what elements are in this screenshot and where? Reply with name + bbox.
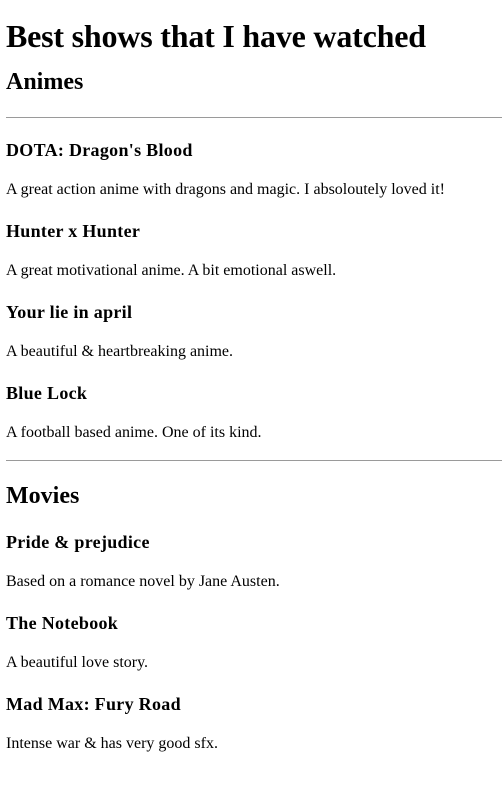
- anime-item-description: A football based anime. One of its kind.: [6, 424, 262, 441]
- page-title: Best shows that I have watched: [6, 18, 426, 54]
- divider-middle: [6, 460, 502, 461]
- section-heading-animes: Animes: [6, 69, 84, 95]
- anime-item-description: A great motivational anime. A bit emotio…: [6, 262, 337, 279]
- movie-item-title: Pride & prejudice: [6, 532, 150, 552]
- movie-item-description: Based on a romance novel by Jane Austen.: [6, 573, 280, 590]
- movie-item-title: The Notebook: [6, 613, 119, 633]
- movie-item-description: A beautiful love story.: [6, 654, 149, 671]
- divider-top: [6, 117, 502, 118]
- anime-item-title: Your lie in april: [6, 302, 133, 322]
- movie-item-description: Intense war & has very good sfx.: [6, 735, 218, 752]
- anime-item-title: Blue Lock: [6, 383, 88, 403]
- anime-item-description: A great action anime with dragons and ma…: [6, 181, 445, 198]
- anime-item-title: DOTA: Dragon's Blood: [6, 140, 193, 160]
- section-heading-movies: Movies: [6, 483, 80, 509]
- anime-item-description: A beautiful & heartbreaking anime.: [6, 343, 234, 360]
- movie-item-title: Mad Max: Fury Road: [6, 694, 181, 714]
- anime-item-title: Hunter x Hunter: [6, 221, 141, 241]
